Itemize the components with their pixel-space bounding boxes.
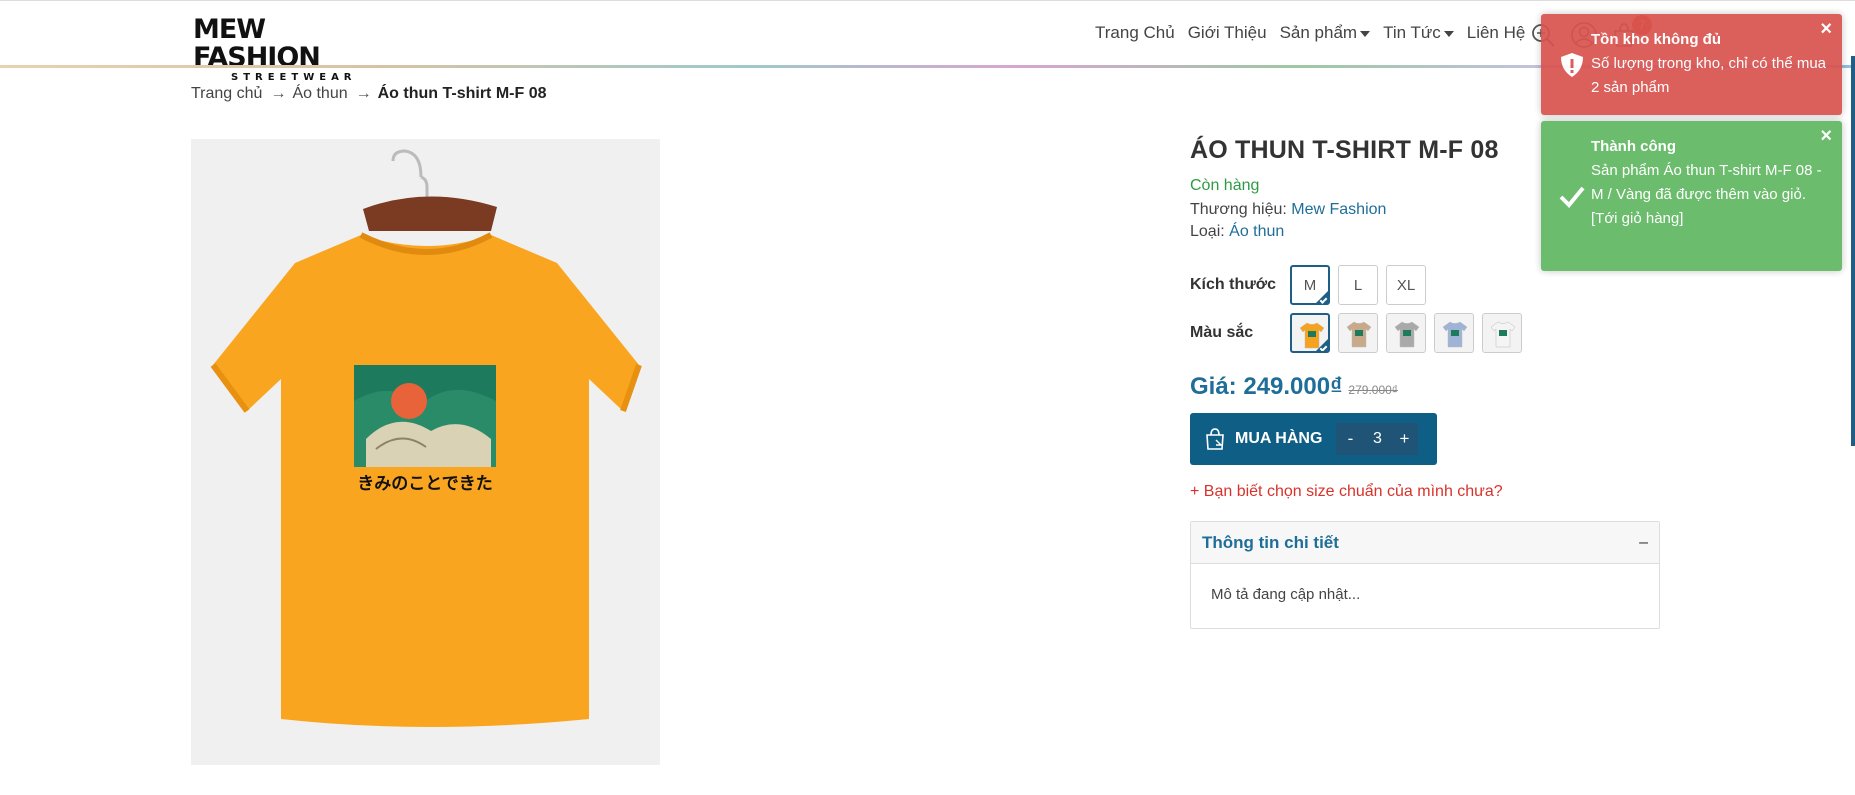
arrow-right-icon: → (355, 85, 372, 102)
color-swatch[interactable] (1290, 313, 1330, 353)
error-toast-title: Tồn kho không đủ (1591, 31, 1721, 48)
buy-button[interactable]: MUA HÀNG - 3 + (1190, 413, 1437, 465)
swatch-shirt-thumbnail (1442, 321, 1468, 348)
size-label: Kích thước (1190, 276, 1277, 293)
product-image[interactable]: きみのことできた (191, 139, 660, 765)
caret-down-icon (1443, 31, 1454, 37)
detail-body: Mô tả đang cập nhật... (1211, 586, 1361, 603)
error-toast: × Tồn kho không đủ Số lượng trong kho, c… (1541, 14, 1842, 115)
type-label: Loại: (1190, 223, 1225, 240)
go-to-cart-link[interactable]: [Tới giỏ hàng] (1591, 207, 1828, 231)
color-swatch[interactable] (1434, 313, 1474, 353)
qty-decrease-button[interactable]: - (1336, 429, 1364, 449)
swatch-shirt-thumbnail (1346, 321, 1372, 348)
page-scrollbar[interactable] (1851, 56, 1855, 446)
color-label: Màu sắc (1190, 324, 1254, 341)
breadcrumb: Trang chủ → Áo thun → Áo thun T-shirt M-… (191, 85, 546, 103)
nav-item-label: Tin Tức (1383, 23, 1441, 42)
success-toast-title: Thành công (1591, 138, 1676, 155)
nav-item-label: Sản phẩm (1279, 23, 1358, 42)
breadcrumb-current: Áo thun T-shirt M-F 08 (377, 85, 547, 102)
shirt-print-text: きみのことできた (357, 474, 493, 494)
swatch-shirt-thumbnail (1394, 321, 1420, 348)
arrow-right-icon: → (270, 85, 287, 102)
breadcrumb-category[interactable]: Áo thun (292, 85, 347, 103)
size-options: Kích thước M L XL (1190, 265, 1434, 305)
size-swatch-label: L (1353, 276, 1363, 294)
error-toast-body: Tồn kho không đủ Số lượng trong kho, chỉ… (1591, 28, 1828, 100)
color-swatch[interactable] (1482, 313, 1522, 353)
caret-down-icon (1360, 31, 1371, 37)
nav-item-label: Liên Hệ (1466, 23, 1526, 42)
main-nav: Trang Chủ Giới Thiệu Sản phẩm Tin Tức Li… (1095, 23, 1538, 43)
success-toast-body: Thành công Sản phẩm Áo thun T-shirt M-F … (1591, 135, 1828, 231)
breadcrumb-home[interactable]: Trang chủ (191, 85, 262, 103)
shield-alert-icon (1561, 53, 1583, 77)
detail-accordion-header[interactable]: Thông tin chi tiết – (1191, 522, 1659, 564)
brand-label: Thương hiệu: (1190, 201, 1287, 218)
color-options: Màu sắc (1190, 313, 1530, 353)
size-guide-link[interactable]: + Bạn biết chọn size chuẩn của mình chưa… (1190, 483, 1503, 501)
logo-sub-text: STREETWEAR (231, 72, 357, 83)
color-swatch[interactable] (1338, 313, 1378, 353)
error-toast-message: Số lượng trong kho, chỉ có thể mua 2 sản… (1591, 55, 1827, 96)
shopping-bag-icon (1206, 428, 1224, 450)
quantity-stepper: - 3 + (1336, 423, 1419, 455)
nav-item-contact[interactable]: Liên Hệ (1467, 23, 1526, 43)
size-swatch-l[interactable]: L (1338, 265, 1378, 305)
detail-title: Thông tin chi tiết (1202, 532, 1339, 552)
color-swatch[interactable] (1386, 313, 1426, 353)
collapse-icon[interactable]: – (1639, 534, 1648, 552)
nav-item-about[interactable]: Giới Thiệu (1188, 23, 1267, 43)
success-toast-message: Sản phẩm Áo thun T-shirt M-F 08 - M / Và… (1591, 162, 1822, 203)
qty-value[interactable]: 3 (1364, 430, 1390, 448)
size-swatch-label: XL (1396, 276, 1416, 294)
buy-button-label: MUA HÀNG (1235, 430, 1323, 447)
current-price: Giá: 249.000₫ (1190, 373, 1343, 400)
qty-increase-button[interactable]: + (1390, 429, 1418, 449)
check-icon (1559, 186, 1585, 208)
brand-logo[interactable]: MEW FASHION STREETWEAR (193, 16, 387, 84)
tshirt-illustration: きみのことできた (210, 149, 642, 727)
nav-item-news[interactable]: Tin Tức (1383, 23, 1454, 43)
price-row: Giá: 249.000₫ 279.000₫ (1190, 373, 1398, 401)
nav-item-label: Giới Thiệu (1187, 23, 1267, 42)
brand-link[interactable]: Mew Fashion (1291, 201, 1386, 218)
swatch-shirt-thumbnail (1490, 321, 1516, 348)
color-swatch-list (1290, 313, 1530, 353)
detail-accordion: Thông tin chi tiết – Mô tả đang cập nhật… (1190, 521, 1660, 629)
size-swatch-m[interactable]: M (1290, 265, 1330, 305)
size-swatch-xl[interactable]: XL (1386, 265, 1426, 305)
old-price: 279.000₫ (1348, 383, 1398, 397)
nav-item-label: Trang Chủ (1095, 23, 1175, 42)
success-toast: × Thành công Sản phẩm Áo thun T-shirt M-… (1541, 121, 1842, 271)
logo-main-text: MEW FASHION (193, 14, 321, 73)
nav-item-products[interactable]: Sản phẩm (1280, 23, 1371, 43)
nav-item-home[interactable]: Trang Chủ (1095, 23, 1175, 43)
type-link[interactable]: Áo thun (1229, 223, 1284, 240)
